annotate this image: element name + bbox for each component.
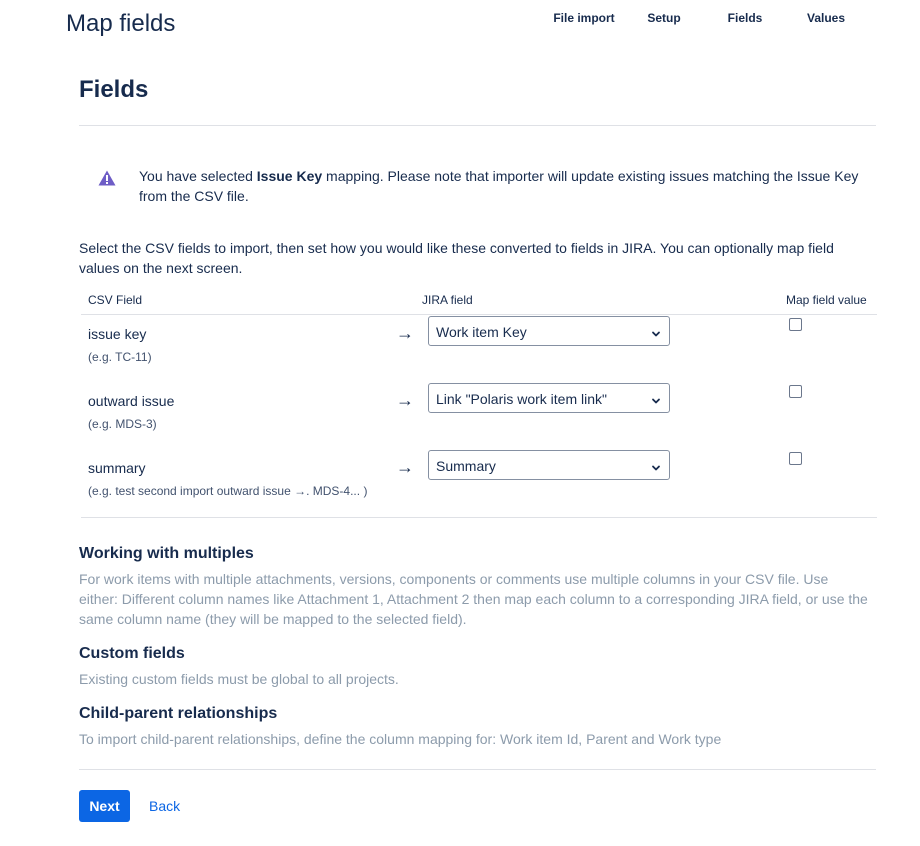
csv-field-example: (e.g. TC-11) [88,350,152,364]
csv-field-example: (e.g. test second import outward issue →… [88,484,368,498]
section-heading-custom-fields: Custom fields [79,645,185,662]
jira-field-select-value: Work item Key [436,324,527,340]
section-heading-working-with-multiples: Working with multiples [79,545,254,562]
jira-field-select-value: Link "Polaris work item link" [436,391,607,407]
column-header-csv-field: CSV Field [88,293,143,307]
arrow-right-icon: → [396,323,414,343]
next-button[interactable]: Next [79,790,130,822]
csv-field-name: summary [88,460,146,476]
table-header-divider [81,314,877,315]
step-fields[interactable]: Fields [713,8,777,28]
map-field-value-checkbox[interactable] [789,318,802,331]
table-row: outward issue (e.g. MDS-3) → Link "Polar… [0,383,920,458]
warning-icon [98,170,116,186]
wizard-steps: File import Setup Fields Values [0,8,920,48]
map-field-value-checkbox[interactable] [789,385,802,398]
section-body-child-parent: To import child-parent relationships, de… [79,731,722,747]
arrow-right-icon: → [396,390,414,410]
column-header-jira-field: JIRA field [422,293,473,307]
chevron-down-icon [651,460,661,471]
step-values[interactable]: Values [794,8,858,28]
warning-text: You have selected Issue Key mapping. Ple… [139,166,859,206]
table-bottom-divider [81,517,877,518]
warning-text-bold: Issue Key [256,168,323,184]
table-row: summary (e.g. test second import outward… [0,450,920,525]
map-field-value-checkbox[interactable] [789,452,802,465]
csv-field-name: issue key [88,326,147,342]
column-header-map-field-value: Map field value [786,293,867,307]
page-title: Fields [79,76,149,103]
arrow-right-icon: → [396,457,414,477]
table-row: issue key (e.g. TC-11) → Work item Key [0,316,920,391]
intro-text: Select the CSV fields to import, then se… [79,240,834,276]
section-heading-child-parent: Child-parent relationships [79,705,278,722]
step-setup[interactable]: Setup [632,8,696,28]
jira-field-select[interactable]: Summary [428,450,670,480]
csv-field-example: (e.g. MDS-3) [88,417,157,431]
section-body-working-with-multiples: For work items with multiple attachments… [79,571,868,627]
csv-field-name: outward issue [88,393,175,409]
step-file-import[interactable]: File import [552,8,616,28]
warning-text-before: You have selected [139,168,257,184]
chevron-down-icon [651,326,661,337]
back-link[interactable]: Back [149,797,180,815]
jira-field-select-value: Summary [436,458,496,474]
chevron-down-icon [651,393,661,404]
map-fields-page: Map fields File import Setup Fields Valu… [0,0,920,846]
section-body-custom-fields: Existing custom fields must be global to… [79,671,399,687]
jira-field-select[interactable]: Link "Polaris work item link" [428,383,670,413]
footer-divider [79,769,876,770]
divider [79,125,876,126]
jira-field-select[interactable]: Work item Key [428,316,670,346]
